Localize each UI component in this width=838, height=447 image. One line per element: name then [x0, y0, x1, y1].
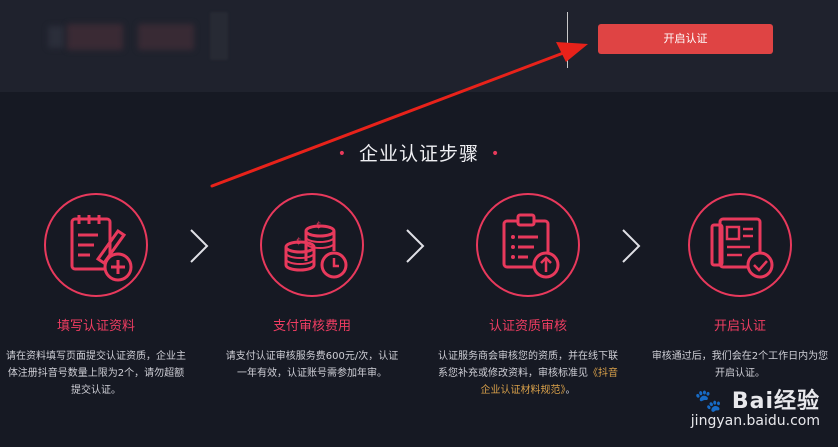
step-title: 认证资质审核 — [488, 319, 567, 334]
paw-icon: 🐾 — [694, 389, 724, 414]
step-title: 填写认证资料 — [56, 319, 135, 334]
svg-text:$: $ — [316, 221, 322, 231]
clipboard-upload-icon — [502, 213, 560, 279]
step-title: 支付审核费用 — [272, 319, 351, 334]
coins-clock-icon: $ $ — [284, 221, 348, 279]
step-description: 请支付认证审核服务费600元/次，认证一年有效，认证账号需参加年审。 — [225, 351, 399, 379]
svg-text:$: $ — [296, 237, 302, 247]
step-fill-info: 填写认证资料 请在资料填写页面提交认证资质，企业主体注册抖音号数量上限为2个，请… — [0, 193, 196, 399]
section-title: • 企业认证步骤 • — [0, 139, 838, 166]
newspaper-check-icon — [710, 217, 774, 279]
step-title: 开启认证 — [713, 319, 766, 334]
step-icon-circle — [476, 193, 580, 297]
chevron-right-icon — [622, 229, 641, 263]
step-pay-fee: $ $ 支付审核费用 请支付认证审核服务费600元/次，认证一年有效，认证账号需… — [212, 193, 412, 382]
watermark-brand: Bai经验 — [731, 389, 820, 414]
form-edit-icon — [70, 215, 133, 282]
chevron-right-icon — [406, 229, 425, 263]
step-review: 认证资质审核 认证服务商会审核您的资质，并在线下联系您补充或修改资料，审核标准见… — [428, 193, 628, 399]
step-enable-certification: 开启认证 审核通过后，我们会在2个工作日内为您开启认证。 — [640, 193, 838, 382]
step-icon-circle — [44, 193, 148, 297]
baidu-jingyan-watermark: 🐾 Bai经验 — [695, 383, 820, 415]
step-icon-circle — [688, 193, 792, 297]
chevron-right-icon — [190, 229, 209, 263]
step-description-suffix: 。 — [565, 385, 576, 396]
watermark-url: jingyan.baidu.com — [690, 413, 820, 429]
title-dot-icon: • — [491, 146, 501, 162]
step-description: 审核通过后，我们会在2个工作日内为您开启认证。 — [651, 351, 829, 379]
step-description: 认证服务商会审核您的资质，并在线下联系您补充或修改资料，审核标准见《抖音企业认证… — [438, 348, 618, 399]
step-icon-circle: $ $ — [260, 193, 364, 297]
title-dot-icon: • — [337, 146, 347, 162]
step-description: 请在资料填写页面提交认证资质，企业主体注册抖音号数量上限为2个，请勿超额提交认证… — [6, 351, 186, 396]
section-title-text: 企业认证步骤 — [358, 143, 479, 165]
